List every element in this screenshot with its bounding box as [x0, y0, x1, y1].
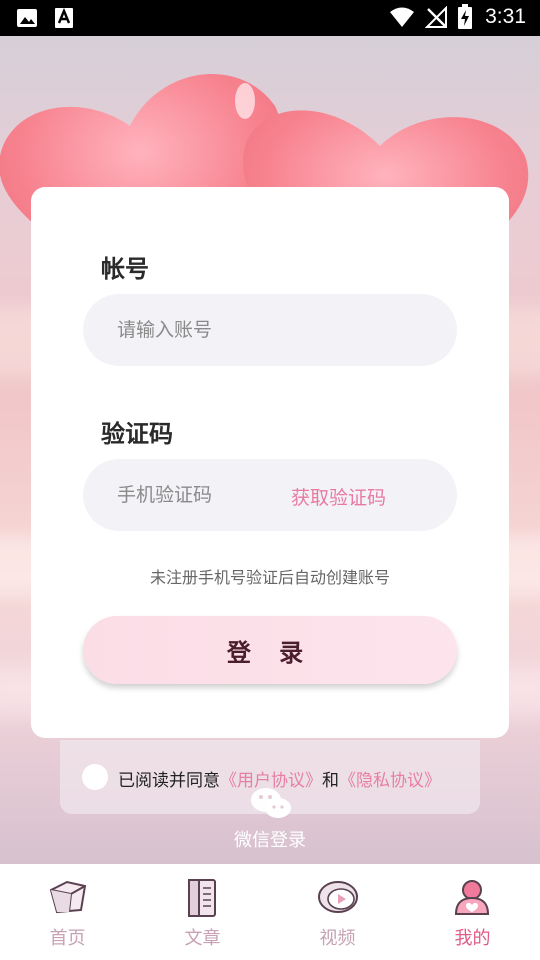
get-code-button[interactable]: 获取验证码: [291, 483, 386, 510]
tab-home-label: 首页: [49, 928, 86, 949]
image-icon: [17, 9, 37, 27]
tab-profile-label: 我的: [454, 928, 491, 949]
tab-profile[interactable]: 我的: [405, 864, 540, 960]
tab-articles-label: 文章: [184, 928, 221, 949]
video-play-icon: [318, 881, 358, 913]
login-button[interactable]: 登 录: [83, 616, 457, 684]
tab-articles[interactable]: 文章: [135, 864, 270, 960]
wechat-login-label[interactable]: 微信登录: [0, 826, 540, 852]
font-a-icon: [55, 7, 73, 28]
code-label: 验证码: [101, 420, 173, 448]
status-bar: 3:31: [0, 0, 540, 36]
agreement-checkbox[interactable]: [82, 764, 108, 790]
agreement-prefix: 已阅读并同意: [118, 771, 220, 791]
tab-videos[interactable]: 视频: [270, 864, 405, 960]
battery-charging-icon: [458, 4, 473, 29]
bottom-tab-bar: 首页 文章 视频 我的: [0, 864, 540, 960]
login-card: 帐号 验证码 获取验证码 未注册手机号验证后自动创建账号 登 录: [31, 187, 509, 738]
account-field: [83, 294, 457, 366]
agreement-and: 和: [322, 771, 339, 791]
privacy-agreement-link[interactable]: 《隐私协议》: [339, 771, 441, 791]
tab-home[interactable]: 首页: [0, 864, 135, 960]
verification-code-input[interactable]: [117, 459, 287, 531]
article-book-icon: [188, 879, 216, 917]
tab-videos-label: 视频: [319, 928, 356, 949]
code-field: 获取验证码: [83, 459, 457, 531]
account-input[interactable]: [117, 294, 417, 366]
status-time: 3:31: [485, 5, 526, 28]
no-signal-icon: [425, 6, 448, 28]
register-hint: 未注册手机号验证后自动创建账号: [149, 568, 390, 587]
wechat-icon[interactable]: [250, 786, 292, 822]
home-box-icon: [49, 880, 87, 914]
profile-user-icon: [454, 880, 490, 915]
account-label: 帐号: [101, 255, 149, 283]
wifi-icon: [390, 7, 415, 27]
